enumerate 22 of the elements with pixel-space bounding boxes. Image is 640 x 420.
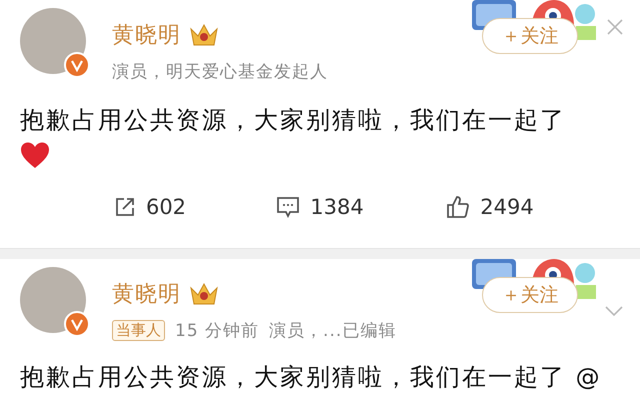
- share-icon[interactable]: [114, 196, 136, 218]
- follow-button[interactable]: ＋关注: [482, 18, 578, 54]
- author-tag: 当事人: [112, 320, 165, 341]
- author-name[interactable]: 黄晓明: [112, 20, 181, 50]
- close-icon[interactable]: [606, 18, 624, 36]
- verified-badge-icon: [64, 52, 90, 78]
- post-text: 抱歉占用公共资源，大家别猜啦，我们在一起了: [20, 105, 566, 135]
- post-meta: 演员，...已编辑: [269, 320, 396, 342]
- crown-icon: [189, 23, 219, 47]
- repost-count[interactable]: 602: [146, 195, 186, 219]
- comment-icon[interactable]: [276, 196, 300, 218]
- thumbs-up-icon[interactable]: [446, 195, 470, 219]
- author-bio: 演员，明天爱心基金发起人: [112, 61, 328, 83]
- chevron-down-icon[interactable]: [604, 305, 624, 317]
- post-time: 15 分钟前: [175, 320, 260, 342]
- post-text: 抱歉占用公共资源，大家别猜啦，我们在一起了 @: [20, 362, 602, 392]
- author-name[interactable]: 黄晓明: [112, 279, 181, 309]
- follow-button[interactable]: ＋关注: [482, 277, 578, 313]
- verified-badge-icon: [64, 311, 90, 337]
- like-count[interactable]: 2494: [480, 195, 534, 219]
- crown-icon: [189, 282, 219, 306]
- comment-count[interactable]: 1384: [310, 195, 364, 219]
